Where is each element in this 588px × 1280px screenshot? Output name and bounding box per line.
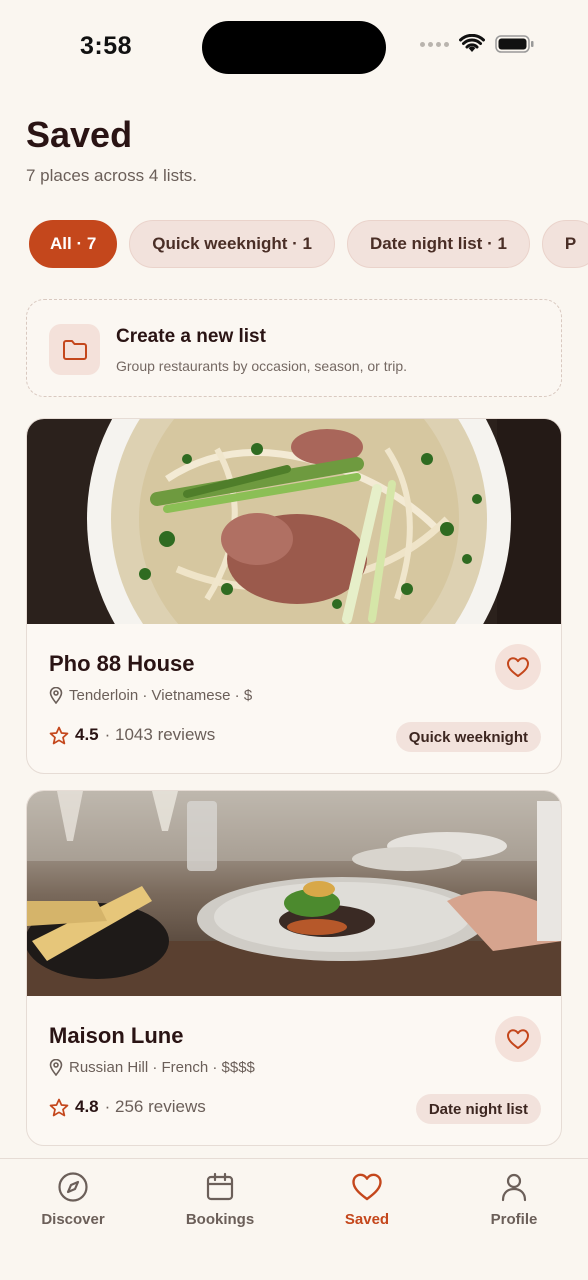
page-title: Saved <box>26 114 133 155</box>
create-list-title: Create a new list <box>116 326 266 347</box>
restaurant-name: Pho 88 House <box>49 651 195 676</box>
restaurant-card[interactable]: Pho 88 House Tenderloin · Vietnamese · $… <box>26 418 562 774</box>
create-list-button[interactable]: Create a new list Group restaurants by o… <box>26 299 562 397</box>
tab-profile[interactable]: Profile <box>459 1171 569 1228</box>
status-bar: 3:58 <box>0 0 588 96</box>
wifi-icon <box>459 34 485 52</box>
person-icon <box>501 1173 527 1202</box>
heart-icon <box>507 1029 529 1049</box>
review-count: · 1043 reviews <box>104 725 216 744</box>
star-icon <box>49 726 69 744</box>
restaurant-photo <box>27 419 561 624</box>
cellular-signal-icon <box>420 41 449 47</box>
list-tag[interactable]: Quick weeknight <box>395 722 541 752</box>
folder-icon-box <box>49 324 100 375</box>
tab-discover[interactable]: Discover <box>18 1171 128 1228</box>
restaurant-meta-text: Russian Hill · French · $$$$ <box>69 1059 255 1076</box>
star-icon <box>49 1098 69 1116</box>
location-pin-icon <box>49 687 63 704</box>
review-count: · 256 reviews <box>104 1097 206 1116</box>
heart-icon <box>507 657 529 677</box>
battery-icon <box>495 35 534 53</box>
bottom-tab-bar: Discover Bookings Saved Profile <box>0 1158 588 1280</box>
tab-saved[interactable]: Saved <box>312 1171 422 1228</box>
restaurant-rating: 4.5 · 1043 reviews <box>49 725 215 745</box>
status-time: 3:58 <box>80 32 133 60</box>
rating-value: 4.5 <box>75 725 99 744</box>
restaurant-photo <box>27 791 561 996</box>
heart-icon <box>352 1173 382 1201</box>
save-heart-button[interactable] <box>495 644 541 690</box>
restaurant-rating: 4.8 · 256 reviews <box>49 1097 206 1117</box>
tab-label: Bookings <box>185 1211 255 1228</box>
chip-partial[interactable]: P <box>541 220 588 268</box>
folder-icon <box>62 339 87 360</box>
restaurant-card[interactable]: Maison Lune Russian Hill · French · $$$$… <box>26 790 562 1146</box>
save-heart-button[interactable] <box>495 1016 541 1062</box>
chip-date-night-list[interactable]: Date night list · 1 <box>346 220 530 268</box>
location-pin-icon <box>49 1059 63 1076</box>
restaurant-meta: Russian Hill · French · $$$$ <box>49 1059 255 1076</box>
restaurant-meta-text: Tenderloin · Vietnamese · $ <box>69 687 253 704</box>
page-subtitle: 7 places across 4 lists. <box>26 166 198 185</box>
restaurant-meta: Tenderloin · Vietnamese · $ <box>49 687 252 704</box>
restaurant-name: Maison Lune <box>49 1023 184 1048</box>
chip-quick-weeknight[interactable]: Quick weeknight · 1 <box>129 220 335 268</box>
list-filter-chips: All · 7 Quick weeknight · 1 Date night l… <box>29 220 588 268</box>
tab-label: Profile <box>490 1211 538 1228</box>
tab-bookings[interactable]: Bookings <box>165 1171 275 1228</box>
status-icons <box>420 34 535 54</box>
calendar-icon <box>206 1172 234 1201</box>
dynamic-island <box>202 21 386 74</box>
list-tag[interactable]: Date night list <box>415 1094 541 1124</box>
create-list-subtitle: Group restaurants by occasion, season, o… <box>116 358 408 374</box>
rating-value: 4.8 <box>75 1097 99 1116</box>
chip-all[interactable]: All · 7 <box>29 220 118 268</box>
tab-label: Saved <box>344 1211 390 1228</box>
compass-icon <box>58 1172 88 1202</box>
tab-label: Discover <box>41 1211 105 1228</box>
